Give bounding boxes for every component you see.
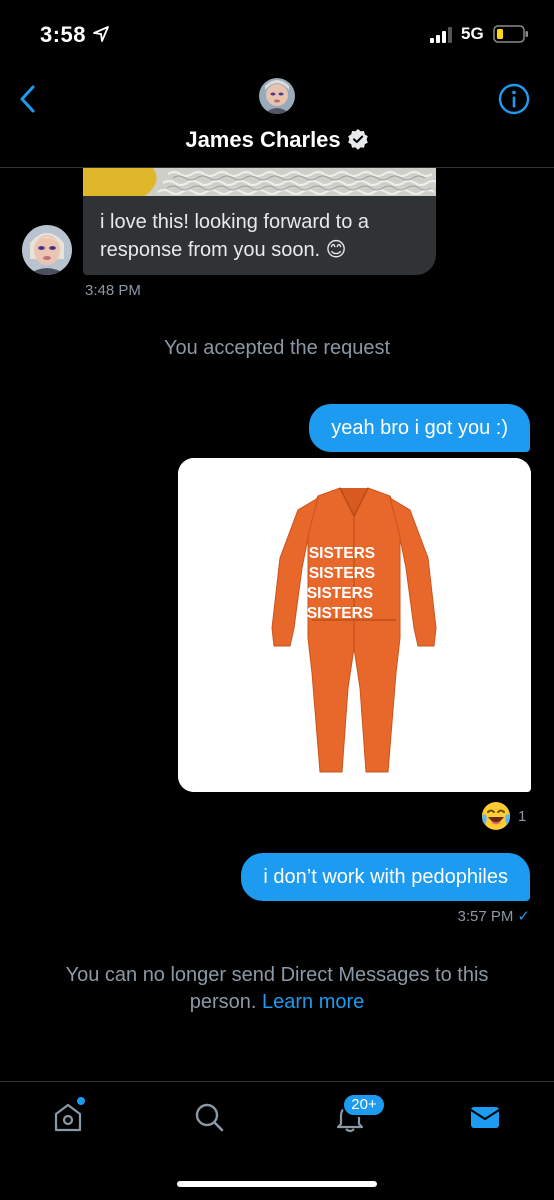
jumpsuit-text-line: SISTERS bbox=[309, 545, 375, 562]
sent-time-text: 3:57 PM bbox=[457, 908, 514, 925]
status-time: 3:58 bbox=[40, 22, 87, 47]
jumpsuit-image: SISTERS SISTERS SISTERS SISTERS bbox=[178, 458, 531, 792]
reaction-count: 1 bbox=[518, 808, 527, 825]
laughing-tears-emoji-icon[interactable] bbox=[480, 800, 512, 832]
learn-more-link[interactable]: Learn more bbox=[262, 991, 364, 1013]
home-indicator bbox=[177, 1181, 377, 1187]
verified-badge-icon bbox=[347, 129, 368, 150]
sent-timestamp: 3:57 PM ✓ bbox=[458, 907, 530, 925]
signal-icon bbox=[430, 27, 452, 43]
avatar[interactable] bbox=[259, 78, 295, 114]
received-message-bubble[interactable]: i love this! looking forward to a respon… bbox=[83, 196, 436, 275]
status-bar: 3:58 5G bbox=[0, 0, 554, 64]
location-arrow-icon bbox=[93, 26, 109, 42]
received-message-text: i love this! looking forward to a respon… bbox=[100, 211, 370, 261]
home-new-dot bbox=[76, 1096, 86, 1106]
bottom-nav: 20+ bbox=[0, 1081, 554, 1200]
messages-icon[interactable] bbox=[468, 1100, 502, 1134]
sender-avatar[interactable] bbox=[22, 225, 72, 275]
jumpsuit-text-line: SISTERS bbox=[307, 605, 373, 622]
jumpsuit-text-line: SISTERS bbox=[307, 585, 373, 602]
info-icon[interactable] bbox=[497, 82, 531, 116]
sent-message-text: i don’t work with pedophiles bbox=[263, 866, 508, 888]
jumpsuit-text-line: SISTERS bbox=[309, 565, 375, 582]
notification-badge: 20+ bbox=[342, 1093, 386, 1117]
sent-message-bubble[interactable]: i don’t work with pedophiles bbox=[241, 853, 530, 901]
received-timestamp: 3:48 PM bbox=[85, 282, 141, 299]
received-media-thumbnail[interactable] bbox=[83, 168, 436, 196]
conversation-header: James Charles bbox=[0, 64, 554, 168]
contact-name: James Charles bbox=[185, 127, 341, 152]
sent-message-bubble[interactable]: yeah bro i got you :) bbox=[309, 404, 530, 452]
back-chevron-icon[interactable] bbox=[14, 82, 44, 116]
system-note: You accepted the request bbox=[163, 337, 391, 359]
sent-message-text: yeah bro i got you :) bbox=[331, 417, 508, 439]
read-check-icon: ✓ bbox=[517, 908, 530, 925]
contact-name-row[interactable]: James Charles bbox=[0, 127, 554, 153]
sent-image-message[interactable]: SISTERS SISTERS SISTERS SISTERS bbox=[178, 458, 531, 792]
network-type: 5G bbox=[461, 24, 484, 43]
battery-icon bbox=[493, 25, 528, 43]
search-icon[interactable] bbox=[192, 1100, 226, 1134]
dm-disabled-notice: You can no longer send Direct Messages t… bbox=[30, 962, 524, 1016]
